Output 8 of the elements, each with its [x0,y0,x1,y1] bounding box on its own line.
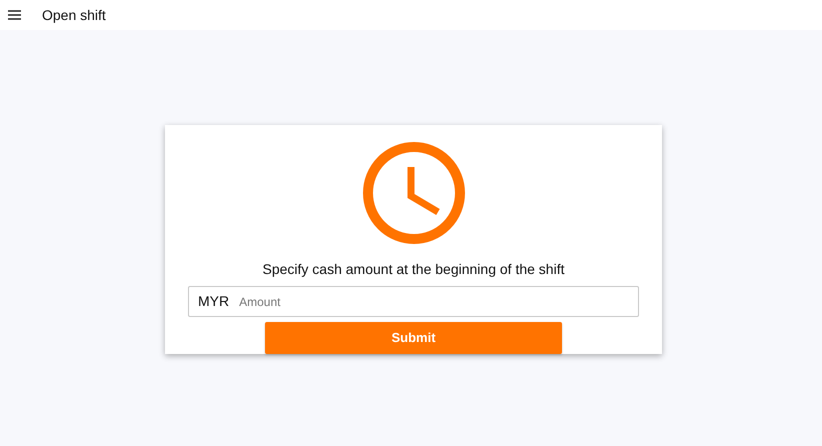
amount-input[interactable]: Amount [239,292,629,310]
currency-label: MYR [198,292,230,311]
menu-button[interactable] [7,8,21,22]
prompt-text: Specify cash amount at the beginning of the shift [262,260,564,279]
amount-field[interactable]: MYR Amount [188,286,639,317]
menu-icon [8,10,20,20]
clock-icon [362,141,466,245]
page-title: Open shift [42,6,106,25]
